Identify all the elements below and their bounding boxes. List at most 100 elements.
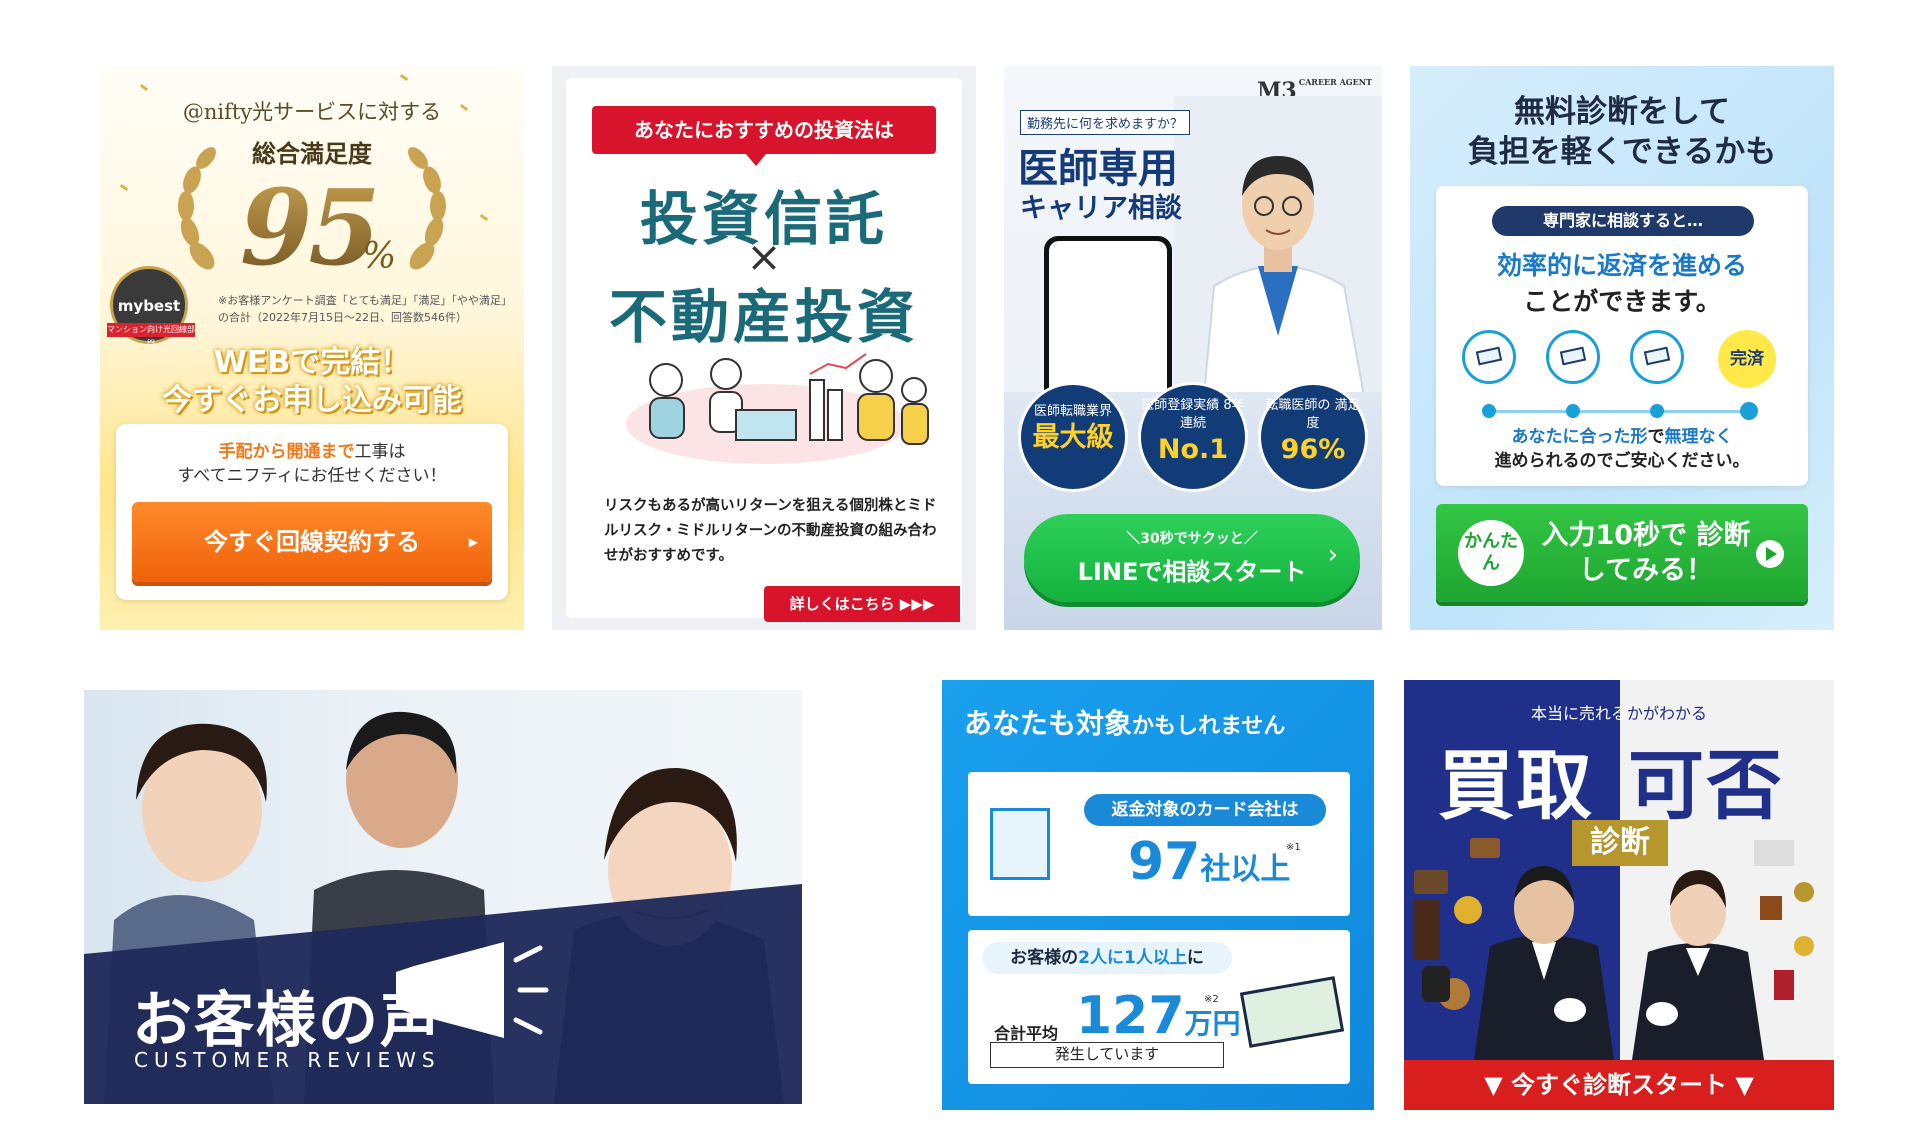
diagnosis-heading: 無料診断をして 負担を軽くできるかも	[1410, 92, 1834, 172]
stat-value: 96%	[1280, 434, 1346, 465]
mybest-badge: mybest マンション向け光回線部門	[107, 266, 195, 348]
refund-heading: あなたも対象かもしれません	[964, 702, 1285, 742]
contract-button[interactable]: 今すぐ回線契約する ▶	[132, 502, 492, 582]
reviews-title: お客様の声	[132, 986, 442, 1056]
chevron-right-icon: ›	[1327, 540, 1338, 570]
stat-value: 最大級	[1032, 422, 1114, 453]
nifty-lead-text: @nifty光サービスに対する	[182, 100, 442, 124]
phone-screen	[1049, 241, 1167, 402]
reassure-c: 無理なく	[1664, 427, 1733, 447]
progress-track	[1486, 410, 1746, 413]
progress-dot	[1650, 404, 1664, 418]
cta-label: LINEで相談スタート	[1077, 558, 1307, 586]
benefit-line-2: ことができます。	[1523, 287, 1721, 316]
start-diagnosis-button[interactable]: かんたん 入力10秒で 診断してみる！	[1436, 504, 1808, 602]
satisfaction-number: 95	[240, 166, 381, 289]
bill-icon	[1630, 330, 1684, 384]
nifty-panel: 手配から開通まで工事は すべてニフティにお任せください！ 今すぐ回線契約する ▶	[116, 424, 508, 600]
reassure-line-2: 進められるのでご安心ください。	[1494, 451, 1750, 471]
play-icon	[1756, 540, 1784, 568]
panel-highlight: 手配から開通まで	[218, 442, 355, 462]
companies-value: 97	[1128, 832, 1201, 892]
companies-number: 97社以上	[1128, 832, 1290, 892]
start-buyback-button[interactable]: ▼ 今すぐ診断スタート ▼	[1404, 1060, 1834, 1110]
stat-badge: 転職医師の 満足度 96%	[1258, 382, 1368, 492]
heading-line-1: 無料診断をして	[1513, 94, 1731, 130]
progress-dot	[1566, 404, 1580, 418]
headline-line-1: WEBで完結！	[213, 345, 411, 380]
confetti-decoration	[119, 183, 129, 192]
reassure-b: で	[1647, 427, 1665, 447]
companies-tag: 返金対象のカード会社は	[1084, 794, 1326, 826]
badge-label: mybest	[117, 297, 181, 315]
m3-career-banner[interactable]: M3 CAREER AGENT 勤務先に何を求めますか？ 医師専用 キャリア相談 …	[1004, 66, 1382, 630]
staff-and-items-photo	[1414, 838, 1814, 1060]
stat-badge: 医師登録実績 8年連続 No.1	[1138, 382, 1248, 492]
doctor-photo	[1174, 96, 1382, 396]
question-tag: 勤務先に何を求めますか？	[1020, 110, 1191, 135]
meeting-illustration	[626, 353, 929, 464]
diagnosis-panel: 専門家に相談すると… 効率的に返済を進める ことができます。 完済 あなたに合っ…	[1436, 186, 1808, 486]
investment-description: リスクもあるが高いリターンを狙える個別株とミドルリスク・ミドルリターンの不動産投…	[604, 498, 937, 564]
reassure-a: あなたに合った形	[1511, 427, 1648, 447]
bill-icon	[1546, 330, 1600, 384]
benefit-line-1: 効率的に返済を進める	[1496, 251, 1747, 280]
buyback-diagnosis-banner[interactable]: 本当に売れるかがわかる 買取 可否 診断 ▼ 今すぐ診断スタート ▼	[1404, 680, 1834, 1110]
debt-diagnosis-banner[interactable]: 無料診断をして 負担を軽くできるかも 専門家に相談すると… 効率的に返済を進める…	[1410, 66, 1834, 630]
panel-text: 手配から開通まで工事は すべてニフティにお任せください！	[116, 440, 508, 488]
stat-label: 医師転職業界	[1033, 404, 1112, 419]
paid-off-badge: 完済	[1718, 330, 1776, 388]
confetti-decoration	[139, 83, 149, 92]
refund-box-companies: 返金対象のカード会社は 97社以上 ※1	[968, 772, 1350, 916]
cta-subtext: ＼30秒でサクッと／	[1126, 531, 1258, 547]
stat-label: 転職医師の 満足度	[1265, 398, 1361, 431]
customer-reviews-banner[interactable]: お客様の声 CUSTOMER REVIEWS	[84, 690, 802, 1104]
cta-label: 入力10秒で 診断してみる！	[1541, 520, 1751, 586]
investment-card: あなたにおすすめの投資法は 投資信託 × 不動産投資 リスクもあるが高いリターン…	[566, 78, 962, 622]
stat-value: No.1	[1157, 434, 1229, 465]
recommend-pill: あなたにおすすめの投資法は	[592, 106, 936, 154]
tag2-c: に	[1186, 948, 1204, 968]
headline-line-2: 今すぐお申し込み可能	[162, 383, 462, 418]
amount-value: 127	[1076, 986, 1185, 1046]
badge-ribbon: マンション向け光回線部門	[107, 323, 195, 348]
confetti-decoration	[479, 213, 489, 222]
stat-badge: 医師転職業界 最大級	[1018, 382, 1128, 492]
average-label: 合計平均	[994, 1024, 1059, 1043]
customers-tag: お客様の2人に1人以上に	[982, 942, 1232, 974]
heading-line-2: 負担を軽くできるかも	[1467, 134, 1777, 170]
contract-button-label: 今すぐ回線契約する	[204, 528, 420, 556]
tag2-b: 2人に1人以上	[1078, 948, 1187, 968]
expert-tag: 専門家に相談すると…	[1492, 206, 1754, 236]
line-consult-button[interactable]: ＼30秒でサクッと／ LINEで相談スタート ›	[1024, 514, 1360, 602]
heading-career: キャリア相談	[1020, 193, 1182, 224]
footnote-1: ※1	[1286, 842, 1301, 853]
satisfaction-percent: %	[362, 236, 397, 277]
companies-unit: 社以上	[1200, 852, 1291, 887]
logo-sub: CAREER AGENT	[1298, 77, 1372, 87]
heading-b: かもしれません	[1132, 714, 1286, 739]
stat-label: 医師登録実績 8年連続	[1141, 398, 1245, 431]
investment-banner[interactable]: あなたにおすすめの投資法は 投資信託 × 不動産投資 リスクもあるが高いリターン…	[552, 66, 976, 630]
phone-mockup	[1044, 236, 1172, 402]
headline: WEBで完結！ 今すぐお申し込み可能	[100, 344, 524, 420]
easy-badge: かんたん	[1458, 520, 1524, 586]
panel-text-b: すべてニフティにお任せください！	[177, 466, 447, 486]
progress-dot	[1740, 402, 1758, 420]
amount-unit: 万円	[1184, 1007, 1241, 1040]
refund-box-amount: お客様の2人に1人以上に 合計平均 127万円 ※2 発生しています	[968, 930, 1350, 1084]
footnote-2: ※2	[1204, 994, 1219, 1005]
card-refund-banner[interactable]: あなたも対象かもしれません 返金対象のカード会社は 97社以上 ※1 お客様の2…	[942, 680, 1374, 1110]
progress-dot	[1482, 404, 1496, 418]
title-realestate: 不動産投資	[608, 283, 919, 351]
nifty-banner[interactable]: @nifty光サービスに対する 総合満足度 95 % mybest マンション向…	[100, 66, 524, 630]
occurring-label: 発生しています	[990, 1042, 1224, 1068]
panel-text-a: 工事は	[354, 442, 406, 462]
arrow-right-icon: ▶	[468, 535, 478, 549]
details-button[interactable]: 詳しくはこちら ▶▶▶	[764, 586, 960, 622]
survey-note: ※お客様アンケート調査「とても満足」「満足」「やや満足」の合計（2022年7月1…	[218, 294, 512, 324]
bill-icon	[1462, 330, 1516, 384]
building-icon	[990, 808, 1050, 880]
money-stack-icon	[1239, 976, 1345, 1048]
reassure-line-1: あなたに合った形で無理なく	[1436, 422, 1808, 447]
